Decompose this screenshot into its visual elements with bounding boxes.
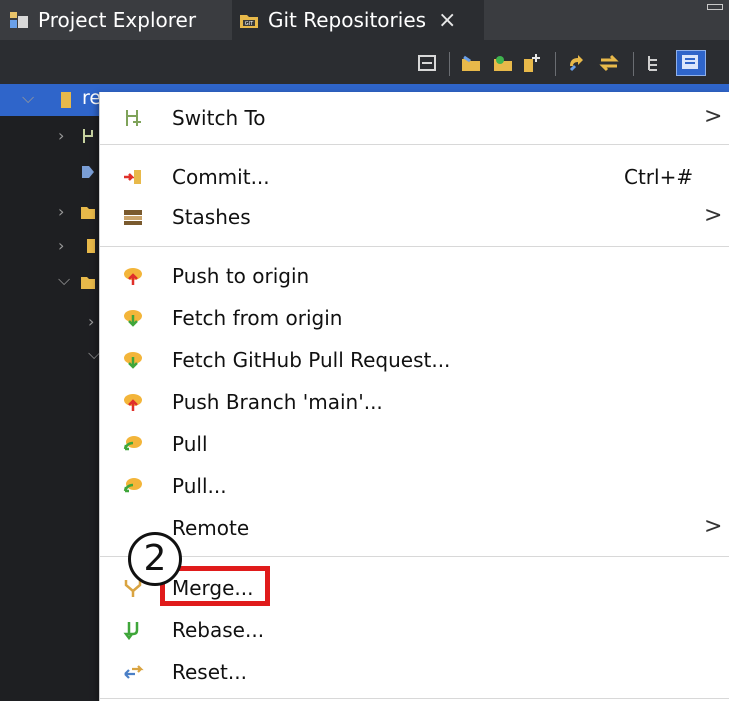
toolbar-separator [449,52,450,76]
chevron-right-icon[interactable]: › [58,236,64,255]
refresh-icon[interactable] [566,52,588,74]
menu-item-reset[interactable]: Reset... [100,652,729,692]
menu-separator [100,144,729,145]
submenu-arrow-icon: > [704,104,723,129]
menu-item-label: Pull [172,432,208,456]
switch-branch-icon [122,107,144,129]
submenu-arrow-icon: > [704,203,723,228]
tab-git-repositories[interactable]: GIT Git Repositories × [232,0,484,40]
pull-icon [122,433,144,455]
menu-item-label: Commit... [172,165,270,189]
tab-git-repositories-label: Git Repositories [268,8,427,32]
menu-separator [100,698,729,699]
menu-item-fetch-github-pull-request[interactable]: Fetch GitHub Pull Request... [100,340,729,380]
context-menu: Switch To > Commit... Ctrl+# Stashes > P… [99,92,729,701]
rebase-icon [122,619,144,641]
menu-item-stashes[interactable]: Stashes > [100,197,729,237]
menu-item-pull[interactable]: Pull [100,424,729,464]
reset-icon [122,661,144,683]
menu-item-push-to-origin[interactable]: Push to origin [100,256,729,296]
chevron-down-icon[interactable]: ⌵ [58,270,70,290]
tab-project-explorer[interactable]: Project Explorer [0,0,232,40]
step-number-badge: 2 [128,532,182,586]
commit-icon [122,166,144,188]
menu-item-label: Stashes [172,205,251,229]
menu-item-label: Pull... [172,474,227,498]
menu-item-pull-dialog[interactable]: Pull... [100,466,729,506]
view-tab-bar: Project Explorer GIT Git Repositories × [0,0,729,40]
menu-item-label: Switch To [172,106,266,130]
menu-separator [100,556,729,557]
menu-item-label: Fetch GitHub Pull Request... [172,348,451,372]
pull-icon [122,475,144,497]
submenu-arrow-icon: > [704,514,723,539]
svg-text:GIT: GIT [245,21,254,27]
chevron-down-icon[interactable]: ⌵ [22,88,34,108]
collapse-all-icon[interactable] [416,52,438,74]
menu-item-switch-to[interactable]: Switch To > [100,98,729,138]
menu-item-label: Push to origin [172,264,310,288]
menu-item-rebase[interactable]: Rebase... [100,610,729,650]
toolbar-separator [633,52,634,76]
menu-item-label: Fetch from origin [172,306,343,330]
menu-item-push-branch[interactable]: Push Branch 'main'... [100,382,729,422]
menu-separator [100,246,729,247]
tab-project-explorer-label: Project Explorer [38,8,197,32]
menu-item-label: Push Branch 'main'... [172,390,383,414]
close-icon[interactable]: × [438,8,456,33]
chevron-right-icon[interactable]: › [88,312,94,331]
folder-icon [80,273,96,291]
toolbar-separator [555,52,556,76]
chevron-right-icon[interactable]: › [58,126,64,145]
project-explorer-icon [8,9,30,31]
menu-item-label: Remote [172,516,250,540]
fetch-icon [122,349,144,371]
view-toolbar [0,40,729,84]
menu-item-label: Reset... [172,660,247,684]
clone-repository-icon[interactable] [492,52,514,74]
menu-item-fetch-from-origin[interactable]: Fetch from origin [100,298,729,338]
link-with-selection-icon[interactable] [598,52,620,74]
add-repository-icon[interactable] [460,52,482,74]
menu-item-remote[interactable]: Remote > [100,508,729,548]
repository-view-menu-icon[interactable] [676,50,706,76]
chevron-right-icon[interactable]: › [58,202,64,221]
fetch-icon [122,307,144,329]
git-repositories-icon: GIT [238,9,260,31]
menu-item-label: Rebase... [172,618,265,642]
folder-icon [80,203,96,221]
push-icon [122,265,144,287]
hierarchical-layout-icon[interactable] [644,52,666,74]
menu-item-commit[interactable]: Commit... Ctrl+# [100,157,729,197]
create-repository-icon[interactable] [520,52,542,74]
minimize-icon[interactable] [707,4,723,10]
stash-icon [122,206,144,228]
remote-icon [84,237,100,255]
branches-icon [80,127,96,145]
tags-icon [80,163,96,181]
menu-item-shortcut: Ctrl+# [624,165,694,189]
repository-icon [58,91,74,109]
push-icon [122,391,144,413]
